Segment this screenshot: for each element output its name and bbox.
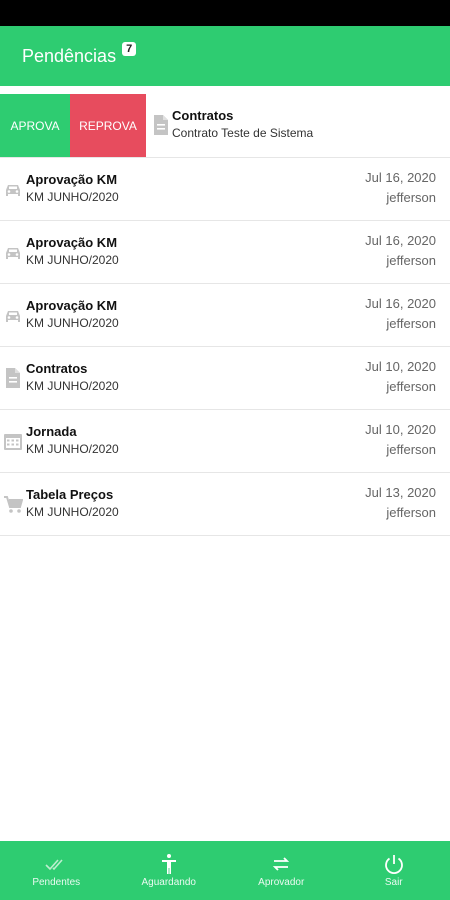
pending-count-badge: 7 [122, 42, 137, 56]
item-subtitle: KM JUNHO/2020 [26, 253, 119, 267]
bottom-navigation: Pendentes Aguardando Aprovador Sair [0, 841, 450, 900]
list-item[interactable]: Aprovação KM KM JUNHO/2020 Jul 16, 2020 … [0, 221, 450, 284]
item-date: Jul 10, 2020 [365, 359, 436, 374]
list-item[interactable]: Tabela Preços KM JUNHO/2020 Jul 13, 2020… [0, 473, 450, 536]
item-user: jefferson [386, 505, 436, 520]
document-icon [151, 114, 171, 136]
item-user: jefferson [386, 190, 436, 205]
reject-button[interactable]: REPROVA [70, 94, 146, 157]
item-title: Aprovação KM [26, 298, 118, 313]
double-check-icon [44, 853, 68, 875]
item-date: Jul 16, 2020 [365, 296, 436, 311]
page-title: Pendências [22, 45, 117, 66]
nav-sair[interactable]: Sair [338, 841, 450, 900]
item-subtitle: Contrato Teste de Sistema [172, 126, 314, 140]
item-title: Aprovação KM [26, 235, 118, 250]
item-subtitle: KM JUNHO/2020 [26, 505, 119, 519]
item-title: Jornada [26, 424, 77, 439]
status-bar [0, 0, 450, 26]
swap-icon [269, 853, 293, 875]
nav-label: Pendentes [32, 877, 81, 888]
list-item[interactable]: Aprovação KM KM JUNHO/2020 Jul 16, 2020 … [0, 158, 450, 221]
calendar-icon [3, 430, 23, 452]
item-user: jefferson [386, 379, 436, 394]
car-icon [3, 304, 23, 326]
item-title: Contratos [26, 361, 88, 376]
nav-aprovador[interactable]: Aprovador [225, 841, 338, 900]
item-subtitle: KM JUNHO/2020 [26, 316, 119, 330]
item-date: Jul 13, 2020 [365, 485, 436, 500]
item-user: jefferson [386, 442, 436, 457]
nav-pendentes[interactable]: Pendentes [0, 841, 113, 900]
swipe-actions: APROVA REPROVA [0, 94, 146, 157]
item-date: Jul 16, 2020 [365, 170, 436, 185]
list-item-swiped[interactable]: APROVA REPROVA Contratos Contrato Teste … [0, 94, 450, 158]
item-subtitle: KM JUNHO/2020 [26, 442, 119, 456]
item-subtitle: KM JUNHO/2020 [26, 379, 119, 393]
nav-label: Aguardando [141, 877, 197, 888]
item-title: Contratos [172, 108, 234, 123]
nav-aguardando[interactable]: Aguardando [113, 841, 226, 900]
nav-label: Sair [384, 877, 403, 888]
power-icon [382, 853, 406, 875]
pending-list: APROVA REPROVA Contratos Contrato Teste … [0, 94, 450, 536]
approve-button[interactable]: APROVA [0, 94, 70, 157]
item-title: Aprovação KM [26, 172, 118, 187]
item-subtitle: KM JUNHO/2020 [26, 190, 119, 204]
car-icon [3, 241, 23, 263]
nav-label: Aprovador [258, 877, 305, 888]
item-user: jefferson [386, 253, 436, 268]
car-icon [3, 178, 23, 200]
person-icon [157, 853, 181, 875]
list-item[interactable]: Jornada KM JUNHO/2020 Jul 10, 2020 jeffe… [0, 410, 450, 473]
item-title: Tabela Preços [26, 487, 114, 502]
item-user: jefferson [386, 316, 436, 331]
app-header: Pendências 7 [0, 26, 450, 86]
item-date: Jul 10, 2020 [365, 422, 436, 437]
document-icon [3, 367, 23, 389]
list-item[interactable]: Aprovação KM KM JUNHO/2020 Jul 16, 2020 … [0, 284, 450, 347]
cart-icon [3, 493, 23, 515]
list-item[interactable]: Contratos KM JUNHO/2020 Jul 10, 2020 jef… [0, 347, 450, 410]
item-date: Jul 16, 2020 [365, 233, 436, 248]
